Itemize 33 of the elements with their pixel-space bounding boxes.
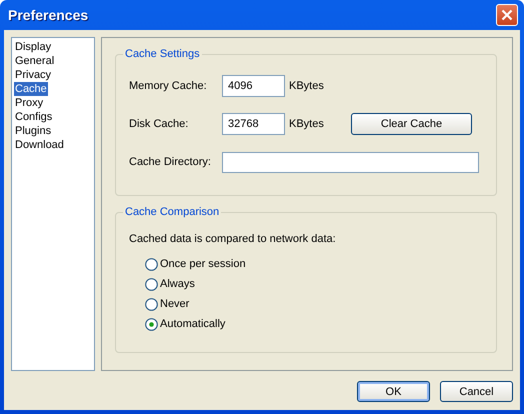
field-label: Disk Cache: — [129, 118, 190, 130]
unit-label: KBytes — [289, 118, 324, 130]
group-title: Cache Settings — [124, 48, 201, 60]
sidebar-item[interactable]: Cache — [14, 82, 48, 96]
field-label: Memory Cache: — [129, 80, 208, 92]
dialog-button[interactable]: Cancel — [440, 381, 513, 402]
sidebar-item[interactable]: Privacy — [14, 68, 52, 82]
disk-cache-field[interactable]: 32768 — [222, 113, 285, 135]
dialog-button[interactable]: OK — [357, 381, 430, 402]
field-label: Cache Directory: — [129, 156, 212, 168]
radio-label: Never — [160, 298, 190, 310]
radio-label: Automatically — [160, 318, 226, 330]
sidebar-item[interactable]: Display — [14, 40, 52, 54]
memory-cache-field[interactable]: 4096 — [222, 75, 285, 97]
radio-label: Always — [160, 278, 195, 290]
sidebar-item[interactable]: Download — [14, 138, 65, 152]
clear-cache-button[interactable]: Clear Cache — [351, 113, 472, 135]
prompt-text: Cached data is compared to network data: — [129, 233, 337, 245]
radio-button[interactable] — [145, 258, 158, 270]
close-button[interactable] — [496, 4, 518, 26]
radio-button[interactable] — [145, 298, 158, 310]
cache-directory-field[interactable] — [222, 152, 479, 172]
sidebar-item[interactable]: Plugins — [14, 124, 52, 138]
window-title: Preferences — [8, 7, 88, 23]
radio-label: Once per session — [160, 258, 246, 270]
close-icon — [501, 9, 513, 21]
sidebar-item[interactable]: General — [14, 54, 56, 68]
sidebar-item[interactable]: Configs — [14, 110, 54, 124]
radio-button[interactable] — [145, 278, 158, 290]
sidebar-item[interactable]: Proxy — [14, 96, 44, 110]
radio-button[interactable] — [145, 318, 158, 330]
group-title: Cache Comparison — [124, 206, 220, 218]
unit-label: KBytes — [289, 80, 324, 92]
